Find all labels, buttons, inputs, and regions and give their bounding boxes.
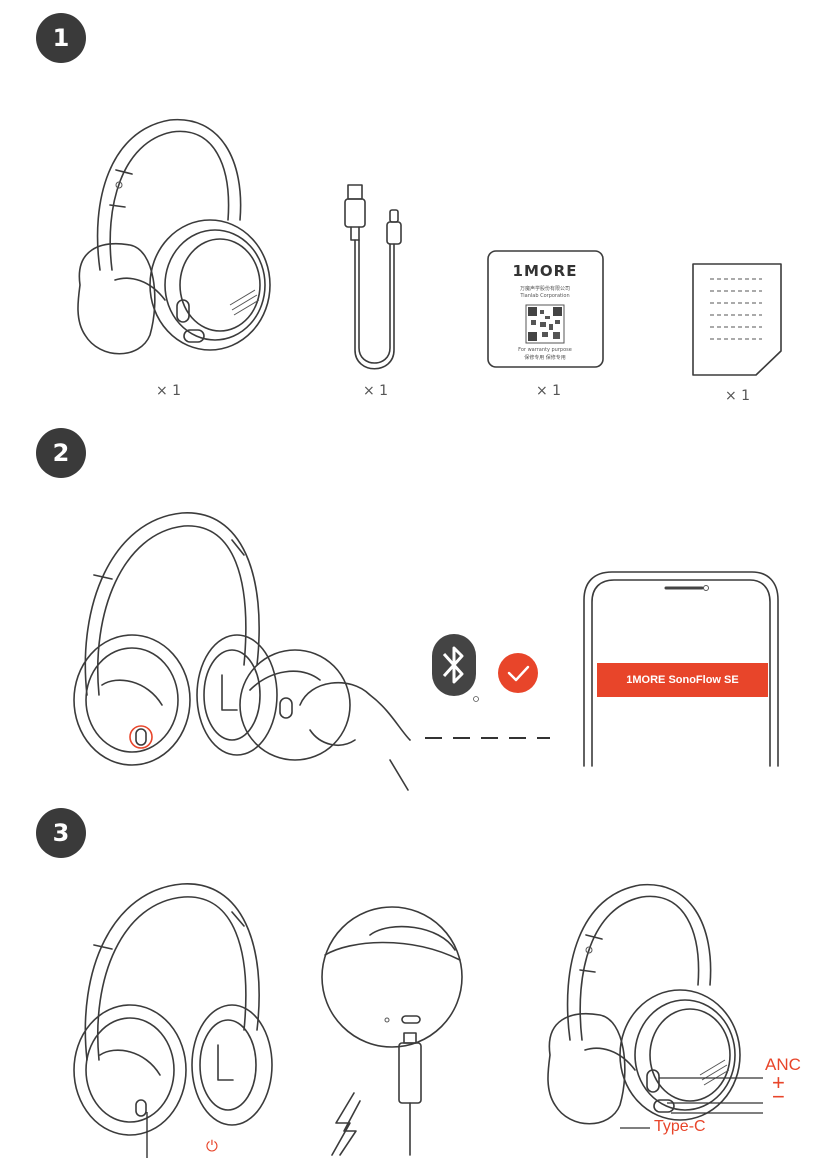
warranty-card-company-en: Tianlab Corporation <box>520 293 570 299</box>
hand-pressing-button-illustration <box>239 649 411 791</box>
warranty-card-footer-cn: 保修专用 保修专用 <box>524 355 566 361</box>
power-button-label: ⏻ <box>206 1137 218 1155</box>
quantity-headphones: × 1 <box>156 383 182 399</box>
charging-port-closeup-illustration <box>321 906 463 1156</box>
qr-code-icon <box>525 304 565 344</box>
usb-c-cable-illustration <box>344 184 402 370</box>
bluetooth-icon <box>432 634 479 702</box>
headphones-illustration <box>77 118 271 355</box>
check-icon <box>498 653 538 693</box>
warranty-card-footer-en: For warranty purpose <box>518 347 572 353</box>
step-1-badge: 1 <box>36 13 86 63</box>
manual-document-icon <box>692 263 782 376</box>
warranty-card-brand: 1MORE <box>512 262 578 280</box>
warranty-card-company-cn: 万魔声学股份有限公司 <box>519 286 570 292</box>
device-name-banner[interactable]: 1MORE SonoFlow SE <box>597 663 768 697</box>
step-3-badge: 3 <box>36 808 86 858</box>
headphones-buttons-illustration <box>547 883 763 1129</box>
volume-down-label: − <box>772 1084 785 1109</box>
quantity-warranty-card: × 1 <box>536 383 562 399</box>
quantity-manual: × 1 <box>725 388 751 404</box>
quantity-cable: × 1 <box>363 383 389 399</box>
connection-dashed-line <box>425 737 550 739</box>
type-c-port-label: Type-C <box>654 1118 706 1135</box>
headphones-power-illustration <box>73 883 273 1158</box>
step-2-badge: 2 <box>36 428 86 478</box>
